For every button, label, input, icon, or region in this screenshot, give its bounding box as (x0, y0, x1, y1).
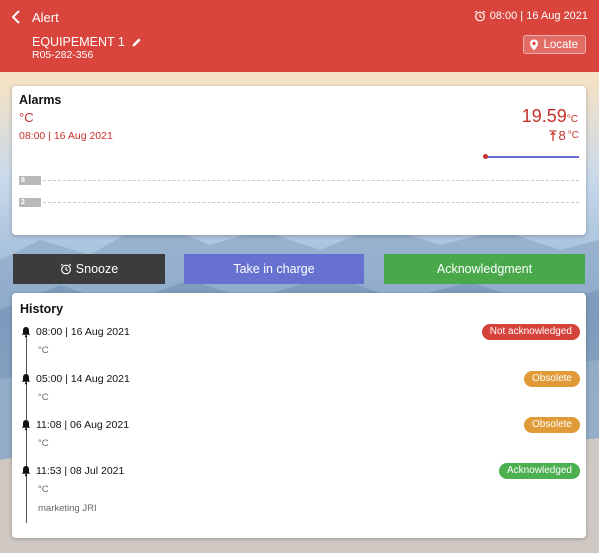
history-entry: 11:53 | 08 Jul 2021 °C marketing JRI Ack… (20, 463, 580, 514)
history-entry: 05:00 | 14 Aug 2021 °C Obsolete (20, 371, 580, 403)
alarm-value-number: 19.59 (521, 106, 567, 126)
bell-icon (21, 466, 31, 477)
alarm-date: 08:00 | 16 Aug 2021 (19, 130, 113, 142)
page-title: Alert (32, 10, 59, 25)
alarms-title: Alarms (19, 93, 62, 107)
alarms-card: Alarms °C 08:00 | 16 Aug 2021 19.59°C 8 °… (12, 86, 586, 235)
history-entry-unit: °C (38, 438, 49, 449)
equipment-name-text: EQUIPEMENT 1 (32, 35, 125, 49)
pencil-icon[interactable] (131, 37, 142, 48)
history-entry-user: marketing JRI (38, 503, 97, 514)
take-in-charge-label: Take in charge (233, 262, 315, 276)
alarm-clock-icon (60, 263, 72, 275)
history-entry-time: 08:00 | 16 Aug 2021 (36, 326, 130, 338)
snooze-button[interactable]: Snooze (13, 254, 165, 284)
bell-icon (21, 374, 31, 385)
header-timestamp-text: 08:00 | 16 Aug 2021 (489, 10, 588, 22)
threshold-unit: °C (567, 130, 579, 141)
equipment-name: EQUIPEMENT 1 (32, 35, 142, 49)
level-low-row: 2 (19, 198, 579, 208)
status-badge: Obsolete (523, 417, 580, 433)
acknowledgment-label: Acknowledgment (436, 262, 533, 276)
threshold-max-icon (549, 129, 557, 141)
level-low-line (43, 202, 579, 203)
acknowledgment-button[interactable]: Acknowledgment (384, 254, 585, 284)
alert-header: Alert 08:00 | 16 Aug 2021 EQUIPEMENT 1 R… (0, 0, 599, 72)
action-bar: Snooze Take in charge Acknowledgment (13, 254, 585, 284)
alarm-threshold: 8 °C (549, 128, 579, 143)
status-badge: Acknowledged (498, 463, 580, 479)
locate-button[interactable]: Locate (523, 35, 586, 54)
alarm-value-unit: °C (566, 114, 578, 125)
status-badge: Obsolete (523, 371, 580, 387)
history-title: History (20, 302, 64, 316)
history-entry-time: 05:00 | 14 Aug 2021 (36, 373, 130, 385)
bell-icon (21, 327, 31, 338)
level-high-row: 8 (19, 176, 579, 186)
history-entry: 08:00 | 16 Aug 2021 °C Not acknowledged (20, 324, 580, 356)
level-low-tag: 2 (19, 198, 41, 207)
level-high-tag: 8 (19, 176, 41, 185)
status-badge: Not acknowledged (481, 324, 580, 340)
history-entry-unit: °C (38, 345, 49, 356)
level-high-line (43, 180, 579, 181)
history-entry-time: 11:53 | 08 Jul 2021 (36, 465, 125, 477)
threshold-value: 8 (558, 128, 566, 143)
map-pin-icon (530, 39, 539, 50)
history-entry-unit: °C (38, 392, 49, 403)
bell-icon (21, 420, 31, 431)
locate-label: Locate (543, 38, 578, 51)
back-arrow-icon[interactable] (8, 8, 26, 26)
alarm-unit: °C (19, 110, 34, 125)
history-entry-unit: °C (38, 484, 49, 495)
trend-point (483, 154, 488, 159)
take-in-charge-button[interactable]: Take in charge (184, 254, 364, 284)
trend-line (485, 156, 579, 158)
alarm-value: 19.59°C (522, 106, 578, 127)
alarm-clock-icon (474, 10, 486, 22)
header-timestamp: 08:00 | 16 Aug 2021 (474, 10, 588, 22)
history-card: History 08:00 | 16 Aug 2021 °C Not ackno… (12, 293, 586, 538)
equipment-code: R05-282-356 (32, 49, 94, 61)
history-entry: 11:08 | 06 Aug 2021 °C Obsolete (20, 417, 580, 449)
snooze-label: Snooze (75, 262, 119, 276)
history-entry-time: 11:08 | 06 Aug 2021 (36, 419, 130, 431)
